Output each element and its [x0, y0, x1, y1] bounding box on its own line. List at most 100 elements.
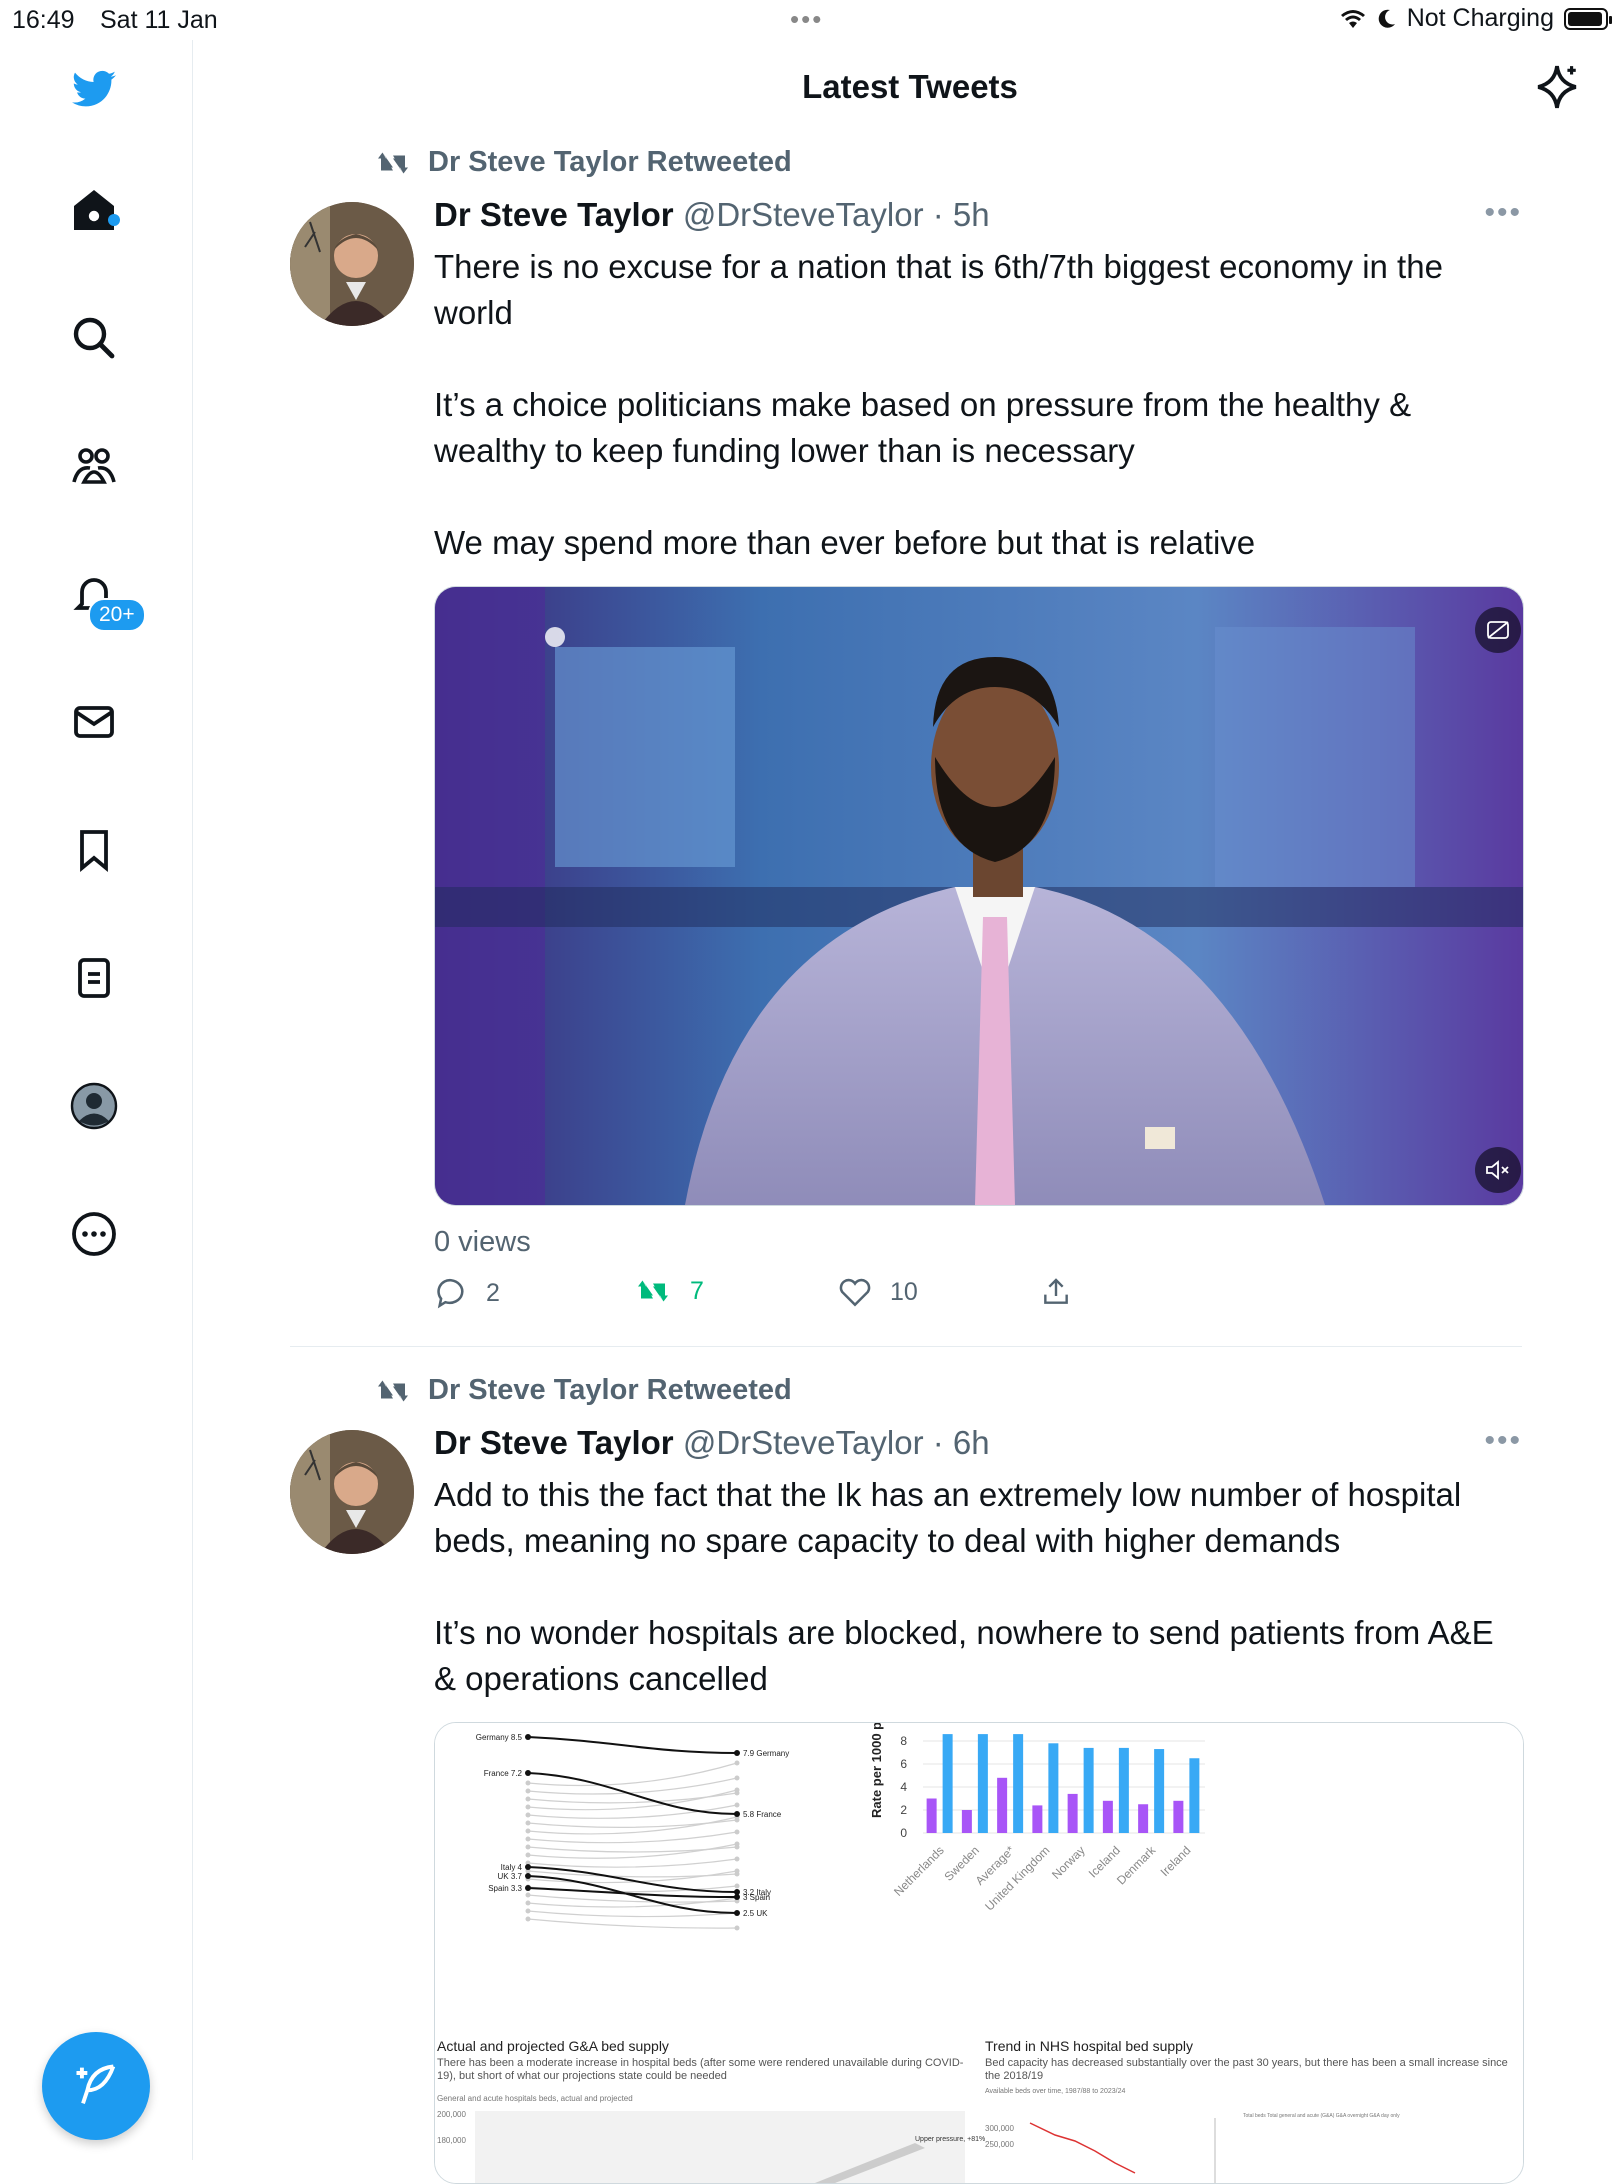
bar-blue [977, 1734, 988, 1833]
reply-icon [437, 1278, 464, 1309]
lists-icon[interactable] [66, 950, 122, 1006]
slope-point [734, 1894, 740, 1900]
tweet[interactable]: Dr Steve Taylor Retweeted Dr Steve Taylo… [290, 1374, 1524, 2184]
video-frame [435, 587, 1523, 1205]
communities-icon[interactable] [66, 438, 122, 494]
left-panel-tick: 180,000 [437, 2136, 466, 2145]
author-name[interactable]: Dr Steve Taylor [434, 196, 674, 233]
slope-point [734, 1750, 740, 1756]
slope-background-dot [525, 1788, 531, 1794]
bar-purple [997, 1777, 1008, 1833]
more-options-icon[interactable] [66, 1206, 122, 1262]
tweet-paragraph: Add to this the fact that the Ik has an … [434, 1476, 1462, 1559]
bar-y-tick: 6 [900, 1757, 907, 1771]
share-button[interactable] [1040, 1276, 1072, 1308]
slope-background-dot [525, 1852, 531, 1858]
retweet-button[interactable]: 7 [634, 1276, 704, 1306]
tweet[interactable]: Dr Steve Taylor Retweeted Dr Steve Taylo… [290, 146, 1524, 1346]
bar-y-tick: 2 [900, 1803, 907, 1817]
avatar[interactable] [290, 202, 414, 326]
retweet-label: Dr Steve Taylor Retweeted [428, 146, 792, 178]
wifi-icon [1340, 9, 1365, 28]
slope-point [525, 1734, 531, 1740]
tweet-divider [290, 1346, 1522, 1347]
battery-icon [1564, 7, 1612, 30]
retweet-count: 7 [690, 1276, 704, 1305]
tweet-paragraph: There is no excuse for a nation that is … [434, 248, 1443, 331]
slope-right-label: 2.5 UK [743, 1909, 768, 1918]
tweet-paragraph: It’s no wonder hospitals are blocked, no… [434, 1614, 1494, 1697]
tweet-more-button[interactable]: ••• [1484, 196, 1522, 230]
status-right: Not Charging [1339, 4, 1612, 33]
author-handle[interactable]: @DrSteveTaylor [683, 196, 924, 233]
slope-left-label: Spain 3.3 [488, 1884, 522, 1893]
bar-blue [1083, 1747, 1094, 1833]
retweet-icon [378, 152, 408, 173]
captions-icon[interactable] [1475, 607, 1521, 653]
bookmark-icon[interactable] [66, 822, 122, 878]
bar-y-tick: 0 [900, 1826, 907, 1840]
left-panel-sub-wrap: There has been a moderate increase in ho… [437, 2057, 963, 2082]
status-date: Sat 11 Jan [100, 6, 218, 34]
slope-background-dot [525, 1892, 531, 1898]
messages-envelope-icon[interactable] [66, 694, 122, 750]
compose-feather-icon [76, 2064, 116, 2104]
author-name[interactable]: Dr Steve Taylor [434, 1424, 674, 1461]
slope-background-dot [525, 1812, 531, 1818]
slope-background-dot [525, 1900, 531, 1906]
like-button[interactable]: 10 [838, 1276, 918, 1308]
sparkle-icon[interactable] [1532, 62, 1582, 112]
search-icon[interactable] [66, 310, 122, 366]
twitter-logo-icon[interactable] [66, 62, 122, 118]
sidebar: 20+ [0, 40, 193, 2160]
bar-blue [1189, 1758, 1200, 1833]
slope-point [734, 1910, 740, 1916]
slope-background-dot [734, 1925, 740, 1931]
bar-purple [1138, 1804, 1149, 1833]
slope-background-dot [525, 1844, 531, 1850]
bar-purple [1173, 1800, 1184, 1833]
retweet-context: Dr Steve Taylor Retweeted [374, 1374, 792, 1407]
slope-background-dot [525, 1828, 531, 1834]
multitasking-dots-icon[interactable]: ••• [790, 4, 823, 35]
slope-left-label: Germany 8.5 [476, 1733, 523, 1742]
slope-background-dot [525, 1916, 531, 1922]
hospital-beds-charts: Germany 8.5 France 7.2 Italy 4UK 3.7 Spain … [435, 1723, 1523, 2183]
slope-background-dot [525, 1820, 531, 1826]
slope-point [525, 1873, 531, 1879]
tweet-more-button[interactable]: ••• [1484, 1424, 1522, 1458]
tweet-video[interactable] [434, 586, 1524, 1206]
page-title: Latest Tweets [802, 68, 1018, 105]
retweet-active-icon [638, 1280, 668, 1302]
slope-background-dot [525, 1796, 531, 1802]
slope-background-dot [734, 1841, 740, 1847]
slope-left-label: France 7.2 [484, 1769, 523, 1778]
left-panel-upper-label: Upper pressure, +81% [915, 2136, 985, 2143]
heart-icon [839, 1278, 871, 1307]
slope-background-dot [734, 1802, 740, 1808]
compose-tweet-button[interactable] [42, 2032, 150, 2140]
bar-purple [1102, 1800, 1113, 1833]
profile-avatar-icon[interactable] [66, 1078, 122, 1134]
slope-background-dot [525, 1836, 531, 1842]
right-panel-tick: 250,000 [985, 2140, 1014, 2149]
right-panel-tick: 300,000 [985, 2124, 1014, 2133]
slope-background-dot [525, 1780, 531, 1786]
slope-background-dot [734, 1883, 740, 1889]
left-panel-title: Actual and projected G&A bed supply [437, 2038, 669, 2054]
bar-blue [1048, 1743, 1059, 1833]
left-panel-note: General and acute hospitals beds, actual… [437, 2094, 633, 2103]
avatar[interactable] [290, 1430, 414, 1554]
retweet-label: Dr Steve Taylor Retweeted [428, 1374, 792, 1406]
reply-button[interactable]: 2 [434, 1276, 500, 1310]
home-icon[interactable] [66, 182, 122, 238]
bar-y-axis-label: Rate per 1000 p [869, 1723, 884, 1818]
slope-right-label: 3 Spain [743, 1893, 770, 1902]
tweet-image-collage[interactable]: Germany 8.5 France 7.2 Italy 4 UK 3.7 Spain … [434, 1722, 1524, 2184]
tweet-author: Dr Steve Taylor @DrSteveTaylor · 5h [434, 196, 990, 234]
slope-background-dot [525, 1804, 531, 1810]
mute-icon[interactable] [1475, 1147, 1521, 1193]
author-handle[interactable]: @DrSteveTaylor [683, 1424, 924, 1461]
bar-blue [1013, 1734, 1024, 1833]
like-count: 10 [890, 1277, 918, 1306]
